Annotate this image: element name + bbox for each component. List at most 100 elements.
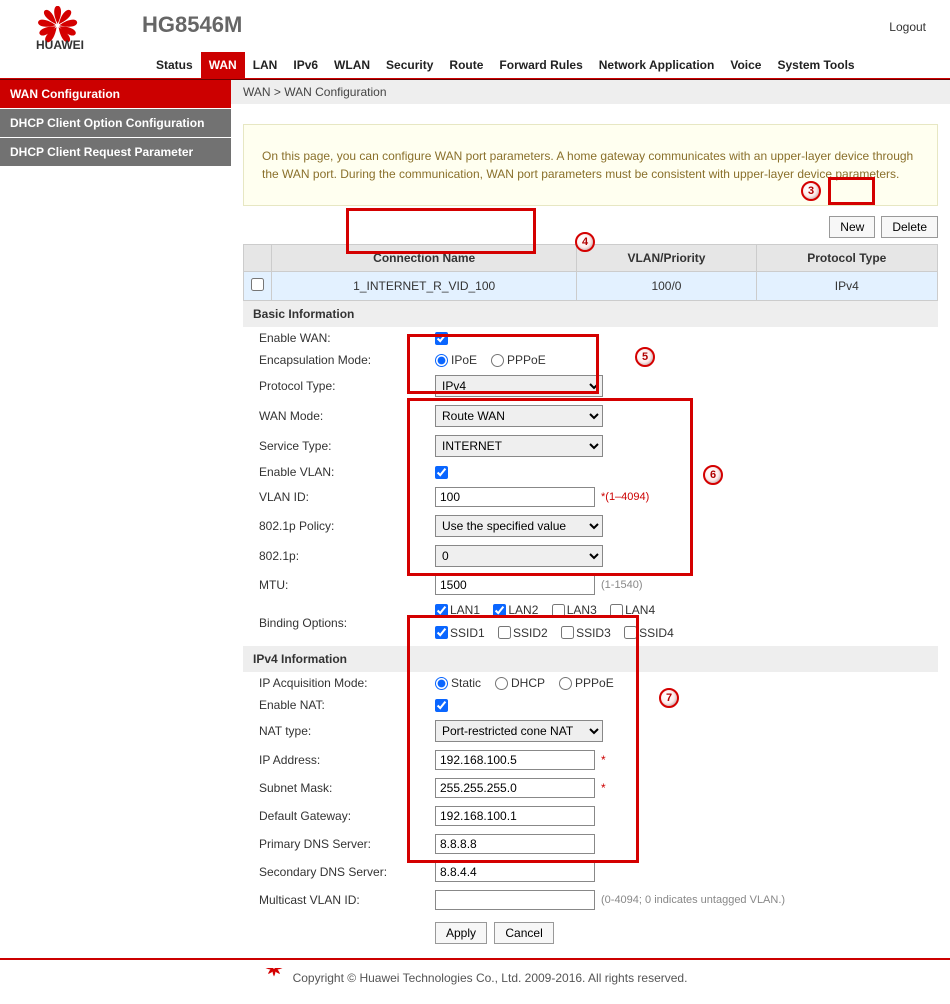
mtu-hint: (1-1540): [601, 579, 643, 591]
content: WAN > WAN Configuration On this page, yo…: [231, 80, 950, 958]
sidebar-item-wan-configuration[interactable]: WAN Configuration: [0, 80, 231, 109]
gateway-input[interactable]: [435, 806, 595, 826]
bind-lan2-label: LAN2: [508, 603, 538, 617]
bind-ssid1-checkbox[interactable]: [435, 626, 448, 639]
vlan-id-input[interactable]: [435, 487, 595, 507]
label-nat-type: NAT type:: [259, 724, 435, 738]
bind-lan4-label: LAN4: [625, 603, 655, 617]
protocol-type-select[interactable]: IPv4: [435, 375, 603, 397]
service-type-select[interactable]: INTERNET: [435, 435, 603, 457]
breadcrumb: WAN > WAN Configuration: [231, 80, 950, 104]
sidebar-item-dhcp-option[interactable]: DHCP Client Option Configuration: [0, 109, 231, 138]
form-actions: Apply Cancel: [243, 914, 938, 958]
label-protocol-type: Protocol Type:: [259, 379, 435, 393]
bind-lan1-label: LAN1: [450, 603, 480, 617]
label-default-gateway: Default Gateway:: [259, 809, 435, 823]
encap-pppoe-radio[interactable]: [491, 354, 504, 367]
cell-vlan-priority: 100/0: [577, 272, 756, 301]
subnet-required: *: [601, 781, 606, 795]
tab-forward-rules[interactable]: Forward Rules: [491, 52, 590, 78]
secondary-dns-input[interactable]: [435, 862, 595, 882]
ip-address-required: *: [601, 753, 606, 767]
model-title: HG8546M: [142, 12, 242, 38]
sidebar-item-dhcp-request[interactable]: DHCP Client Request Parameter: [0, 138, 231, 167]
encap-ipoe-label: IPoE: [451, 353, 477, 367]
tab-system-tools[interactable]: System Tools: [769, 52, 862, 78]
bind-lan1-checkbox[interactable]: [435, 604, 448, 617]
vlan-id-hint: *(1–4094): [601, 491, 649, 503]
label-primary-dns: Primary DNS Server:: [259, 837, 435, 851]
tab-route[interactable]: Route: [441, 52, 491, 78]
huawei-footer-icon: [263, 968, 285, 988]
bind-lan4-checkbox[interactable]: [610, 604, 623, 617]
sidebar: WAN Configuration DHCP Client Option Con…: [0, 80, 231, 958]
tab-wan[interactable]: WAN: [201, 52, 245, 78]
tab-lan[interactable]: LAN: [245, 52, 286, 78]
main: WAN Configuration DHCP Client Option Con…: [0, 80, 950, 958]
new-button[interactable]: New: [829, 216, 875, 238]
label-vlan-id: VLAN ID:: [259, 490, 435, 504]
mtu-input[interactable]: [435, 575, 595, 595]
cell-protocol-type: IPv4: [756, 272, 937, 301]
acq-pppoe-radio[interactable]: [559, 677, 572, 690]
label-mtu: MTU:: [259, 578, 435, 592]
enable-nat-checkbox[interactable]: [435, 699, 448, 712]
label-service-type: Service Type:: [259, 439, 435, 453]
label-ip-acquisition: IP Acquisition Mode:: [259, 676, 435, 690]
bind-lan3-checkbox[interactable]: [552, 604, 565, 617]
footer-text: Copyright © Huawei Technologies Co., Ltd…: [293, 971, 688, 985]
cancel-button[interactable]: Cancel: [494, 922, 553, 944]
bind-ssid3-label: SSID3: [576, 626, 611, 640]
table-row[interactable]: 1_INTERNET_R_VID_100 100/0 IPv4: [244, 272, 938, 301]
apply-button[interactable]: Apply: [435, 922, 487, 944]
nat-type-select[interactable]: Port-restricted cone NAT: [435, 720, 603, 742]
bind-ssid4-checkbox[interactable]: [624, 626, 637, 639]
subnet-mask-input[interactable]: [435, 778, 595, 798]
acq-static-radio[interactable]: [435, 677, 448, 690]
section-basic-information: Basic Information: [243, 301, 938, 327]
encap-ipoe-radio[interactable]: [435, 354, 448, 367]
bind-ssid2-label: SSID2: [513, 626, 548, 640]
logout-link[interactable]: Logout: [889, 20, 926, 34]
8021p-policy-select[interactable]: Use the specified value: [435, 515, 603, 537]
encap-pppoe-label: PPPoE: [507, 353, 546, 367]
enable-vlan-checkbox[interactable]: [435, 466, 448, 479]
delete-button[interactable]: Delete: [881, 216, 938, 238]
tab-voice[interactable]: Voice: [722, 52, 769, 78]
label-enable-nat: Enable NAT:: [259, 698, 435, 712]
ip-address-input[interactable]: [435, 750, 595, 770]
wan-mode-select[interactable]: Route WAN: [435, 405, 603, 427]
top-nav: Status WAN LAN IPv6 WLAN Security Route …: [0, 52, 950, 78]
annotation-marker-4: 4: [575, 232, 595, 252]
row-select-checkbox[interactable]: [251, 278, 264, 291]
col-vlan-priority: VLAN/Priority: [577, 245, 756, 272]
tab-network-application[interactable]: Network Application: [591, 52, 723, 78]
bind-ssid4-label: SSID4: [639, 626, 674, 640]
acq-dhcp-radio[interactable]: [495, 677, 508, 690]
bind-lan2-checkbox[interactable]: [493, 604, 506, 617]
label-8021p: 802.1p:: [259, 549, 435, 563]
tab-status[interactable]: Status: [148, 52, 201, 78]
label-encapsulation-mode: Encapsulation Mode:: [259, 353, 435, 367]
bind-ssid3-checkbox[interactable]: [561, 626, 574, 639]
multicast-vlan-input[interactable]: [435, 890, 595, 910]
label-multicast-vlan: Multicast VLAN ID:: [259, 893, 435, 907]
bind-ssid1-label: SSID1: [450, 626, 485, 640]
col-protocol-type: Protocol Type: [756, 245, 937, 272]
enable-wan-checkbox[interactable]: [435, 332, 448, 345]
acq-static-label: Static: [451, 676, 481, 690]
tab-security[interactable]: Security: [378, 52, 441, 78]
form-ipv4: IP Acquisition Mode: Static DHCP PPPoE E…: [243, 672, 938, 958]
bind-ssid2-checkbox[interactable]: [498, 626, 511, 639]
tab-wlan[interactable]: WLAN: [326, 52, 378, 78]
primary-dns-input[interactable]: [435, 834, 595, 854]
footer: Copyright © Huawei Technologies Co., Ltd…: [0, 958, 950, 1004]
multicast-vlan-hint: (0-4094; 0 indicates untagged VLAN.): [601, 894, 785, 906]
info-box: On this page, you can configure WAN port…: [243, 124, 938, 206]
bind-lan3-label: LAN3: [567, 603, 597, 617]
section-ipv4-information: IPv4 Information: [243, 646, 938, 672]
8021p-select[interactable]: 0: [435, 545, 603, 567]
col-select: [244, 245, 272, 272]
label-enable-vlan: Enable VLAN:: [259, 465, 435, 479]
tab-ipv6[interactable]: IPv6: [285, 52, 326, 78]
